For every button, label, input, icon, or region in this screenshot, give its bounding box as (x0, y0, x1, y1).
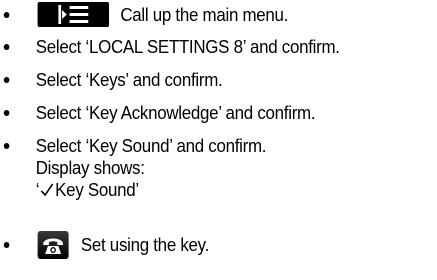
step-text: Select ‘Key Acknowledge’ and confirm. (35, 103, 316, 123)
step-text: Select ‘LOCAL SETTINGS 8’ and confirm. (35, 37, 340, 57)
step-text: Set using the key. (80, 235, 210, 255)
bullet (3, 77, 10, 83)
step-text-block: Select ‘Key Sound’ and confirm. Display … (35, 135, 267, 201)
step-text: Select ‘Keys’ and confirm. (35, 70, 223, 90)
bullet (3, 44, 10, 50)
display-readout-text: Key Sound’ (55, 180, 139, 200)
display-readout: ‘Key Sound’ (36, 179, 266, 201)
checkmark-icon (40, 183, 53, 197)
bullet (3, 110, 10, 116)
bullet (3, 12, 10, 18)
bullet (3, 242, 10, 248)
bullet (3, 143, 10, 149)
display-shows-label: Display shows: (35, 158, 145, 178)
step-text: Select ‘Key Sound’ and confirm. (35, 136, 267, 156)
menu-key-icon (37, 2, 110, 27)
step-text: Call up the main menu. (120, 5, 289, 25)
phone-key-icon (37, 231, 69, 259)
